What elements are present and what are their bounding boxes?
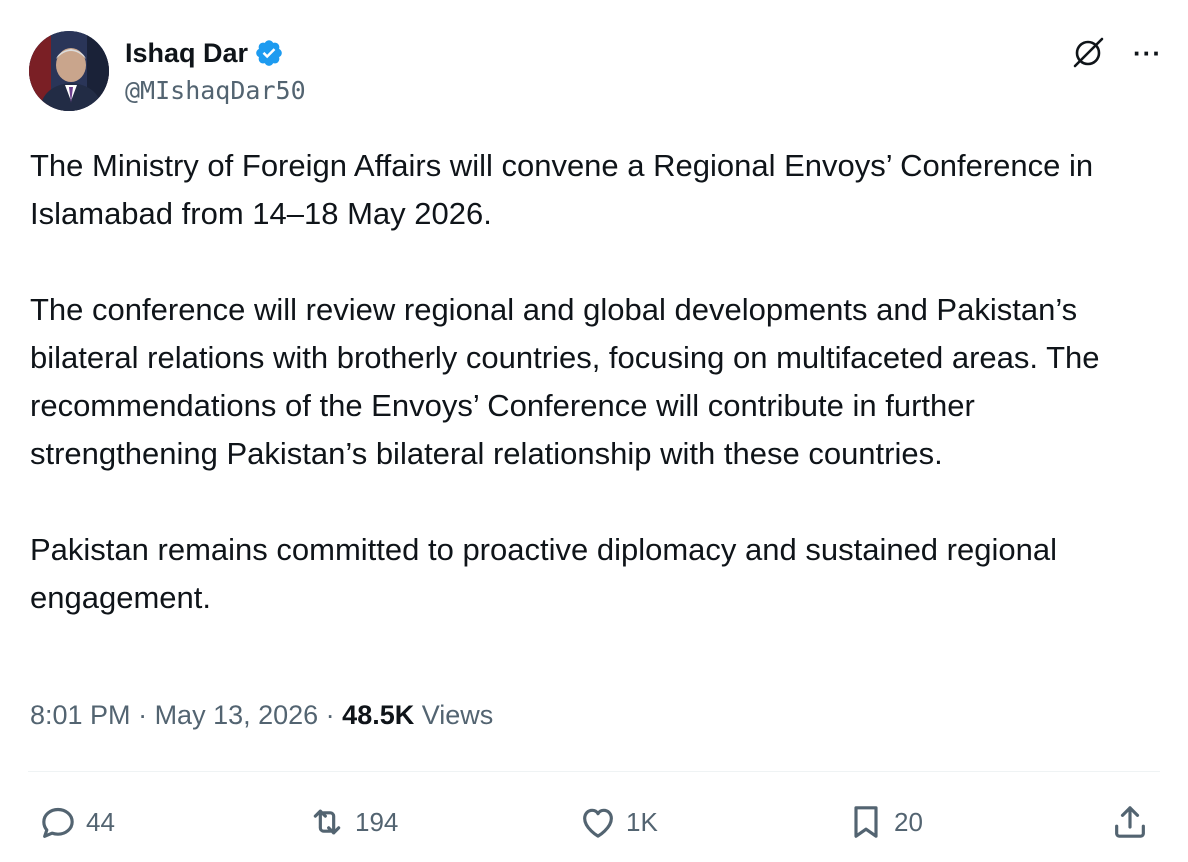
grok-slash-icon[interactable] — [1069, 34, 1107, 72]
meta-separator: · — [130, 700, 155, 730]
action-bar: 44 194 1K 20 — [0, 798, 1188, 846]
reply-count: 44 — [86, 806, 115, 837]
author-handle[interactable]: @MIshaqDar50 — [125, 76, 306, 105]
views-count: 48.5K — [342, 700, 415, 730]
verified-badge-icon[interactable] — [254, 38, 284, 68]
retweet-button[interactable]: 194 — [307, 798, 398, 846]
author-row: Ishaq Dar — [125, 36, 284, 70]
top-actions: ··· — [1069, 34, 1162, 72]
tweet-time[interactable]: 8:01 PM — [30, 700, 131, 730]
avatar[interactable] — [29, 31, 109, 111]
reply-button[interactable]: 44 — [38, 798, 115, 846]
bookmark-button[interactable]: 20 — [846, 798, 923, 846]
tweet-meta: 8:01 PM · May 13, 2026 · 48.5K Views — [30, 700, 493, 731]
divider — [28, 771, 1160, 772]
heart-icon — [578, 802, 618, 842]
tweet-date[interactable]: May 13, 2026 — [155, 700, 319, 730]
tweet-paragraph: The Ministry of Foreign Affairs will con… — [30, 148, 1094, 231]
like-button[interactable]: 1K — [578, 798, 658, 846]
share-button[interactable] — [1110, 798, 1150, 846]
views-label: Views — [421, 700, 494, 730]
tweet-card: Ishaq Dar @MIshaqDar50 ··· The Ministry … — [0, 0, 1188, 862]
like-count: 1K — [626, 806, 658, 837]
author-name[interactable]: Ishaq Dar — [125, 38, 248, 69]
share-icon — [1110, 802, 1150, 842]
reply-icon — [38, 802, 78, 842]
avatar-image — [29, 31, 109, 111]
tweet-paragraph: Pakistan remains committed to proactive … — [30, 532, 1057, 615]
tweet-paragraph: The conference will review regional and … — [30, 292, 1100, 471]
bookmark-count: 20 — [894, 806, 923, 837]
retweet-count: 194 — [355, 806, 399, 837]
more-horizontal-icon[interactable]: ··· — [1133, 40, 1162, 66]
retweet-icon — [307, 802, 347, 842]
bookmark-icon — [846, 802, 886, 842]
meta-separator: · — [318, 700, 343, 730]
tweet-text: The Ministry of Foreign Affairs will con… — [30, 142, 1158, 622]
